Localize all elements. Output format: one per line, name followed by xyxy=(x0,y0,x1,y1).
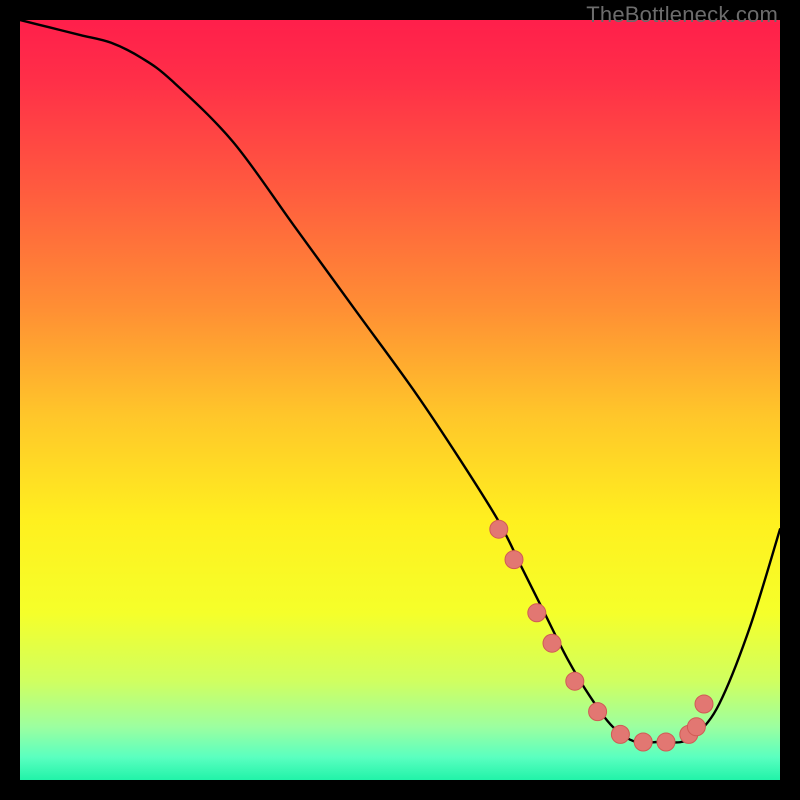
marker-point xyxy=(611,725,629,743)
marker-point xyxy=(589,703,607,721)
highlight-markers xyxy=(490,520,713,751)
marker-point xyxy=(505,551,523,569)
marker-point xyxy=(490,520,508,538)
marker-point xyxy=(687,718,705,736)
marker-point xyxy=(543,634,561,652)
bottleneck-curve xyxy=(20,20,780,743)
marker-point xyxy=(566,672,584,690)
watermark-label: TheBottleneck.com xyxy=(586,2,778,28)
chart-svg xyxy=(20,20,780,780)
marker-point xyxy=(634,733,652,751)
marker-point xyxy=(528,604,546,622)
marker-point xyxy=(657,733,675,751)
plot-area xyxy=(20,20,780,780)
marker-point xyxy=(695,695,713,713)
chart-frame: TheBottleneck.com xyxy=(0,0,800,800)
